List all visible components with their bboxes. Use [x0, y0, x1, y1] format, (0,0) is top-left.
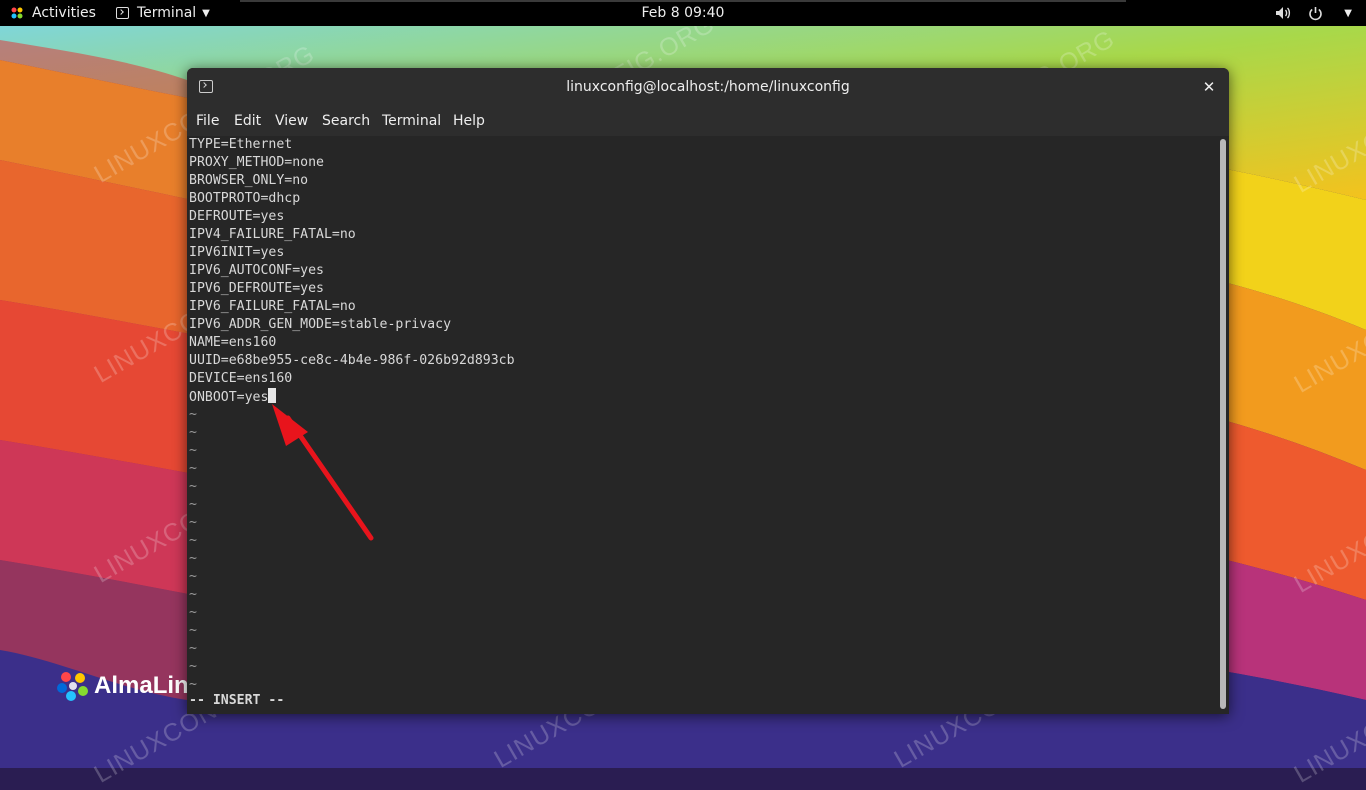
almalinux-logo: AlmaLin — [56, 668, 189, 704]
window-title: linuxconfig@localhost:/home/linuxconfig — [566, 79, 850, 95]
config-line: NAME=ens160 — [189, 335, 277, 350]
config-line: IPV6_AUTOCONF=yes — [189, 263, 324, 278]
menu-help[interactable]: Help — [453, 106, 485, 136]
empty-line-tilde: ~ — [189, 497, 197, 512]
menu-terminal[interactable]: Terminal — [382, 106, 441, 136]
empty-line-tilde: ~ — [189, 515, 197, 530]
activities-label: Activities — [32, 5, 96, 21]
empty-line-tilde: ~ — [189, 659, 197, 674]
config-line: TYPE=Ethernet — [189, 137, 293, 152]
vim-mode-indicator: -- INSERT -- — [189, 693, 285, 708]
topbar-divider — [240, 0, 1126, 2]
text-cursor — [268, 388, 277, 403]
empty-line-tilde: ~ — [189, 569, 197, 584]
empty-line-tilde: ~ — [189, 533, 197, 548]
empty-line-tilde: ~ — [189, 551, 197, 566]
config-line: IPV6INIT=yes — [189, 245, 285, 260]
empty-line-tilde: ~ — [189, 605, 197, 620]
almalinux-logo-icon — [57, 672, 88, 701]
top-bar: Activities Terminal ▼ Feb 8 09:40 ▼ — [0, 0, 1366, 26]
config-line-cursor: ONBOOT=yes — [189, 388, 277, 406]
config-line: IPV4_FAILURE_FATAL=no — [189, 227, 356, 242]
menu-file[interactable]: File — [196, 106, 219, 136]
almalinux-logo-text: AlmaLin — [94, 672, 189, 699]
menu-search[interactable]: Search — [322, 106, 370, 136]
empty-line-tilde: ~ — [189, 479, 197, 494]
caret-down-icon: ▼ — [1344, 7, 1352, 19]
volume-icon — [1274, 4, 1292, 22]
config-line: DEVICE=ens160 — [189, 371, 293, 386]
scrollbar-thumb[interactable] — [1220, 139, 1226, 709]
terminal-window: linuxconfig@localhost:/home/linuxconfig … — [187, 68, 1229, 714]
empty-line-tilde: ~ — [189, 425, 197, 440]
config-line: BROWSER_ONLY=no — [189, 173, 309, 188]
config-line: IPV6_DEFROUTE=yes — [189, 281, 324, 296]
system-menu-button[interactable]: ▼ — [1274, 0, 1352, 26]
empty-line-tilde: ~ — [189, 461, 197, 476]
menu-edit[interactable]: Edit — [234, 106, 261, 136]
menu-bar: File Edit View Search Terminal Help — [187, 106, 1229, 136]
close-button[interactable]: ✕ — [1199, 77, 1219, 97]
config-line: BOOTPROTO=dhcp — [189, 191, 301, 206]
window-titlebar[interactable]: linuxconfig@localhost:/home/linuxconfig … — [187, 68, 1229, 106]
activities-button[interactable]: Activities — [10, 0, 96, 26]
empty-line-tilde: ~ — [189, 587, 197, 602]
scrollbar[interactable] — [1217, 136, 1229, 714]
terminal-content[interactable]: TYPE=Ethernet PROXY_METHOD=none BROWSER_… — [187, 136, 1217, 714]
activities-icon — [11, 7, 23, 19]
app-menu-label: Terminal — [137, 5, 197, 21]
empty-line-tilde: ~ — [189, 641, 197, 656]
empty-line-tilde: ~ — [189, 407, 197, 422]
config-line: IPV6_ADDR_GEN_MODE=stable-privacy — [189, 317, 452, 332]
config-line: UUID=e68be955-ce8c-4b4e-986f-026b92d893c… — [189, 353, 515, 368]
power-icon — [1306, 4, 1324, 22]
config-line: PROXY_METHOD=none — [189, 155, 324, 170]
app-menu-button[interactable]: Terminal ▼ — [116, 0, 210, 26]
config-line: IPV6_FAILURE_FATAL=no — [189, 299, 356, 314]
clock-button[interactable]: Feb 8 09:40 — [642, 5, 725, 21]
config-line: DEFROUTE=yes — [189, 209, 285, 224]
menu-view[interactable]: View — [275, 106, 308, 136]
terminal-icon — [116, 7, 129, 19]
config-line: ONBOOT=yes — [189, 390, 269, 405]
empty-line-tilde: ~ — [189, 443, 197, 458]
caret-down-icon: ▼ — [202, 7, 210, 19]
empty-line-tilde: ~ — [189, 623, 197, 638]
